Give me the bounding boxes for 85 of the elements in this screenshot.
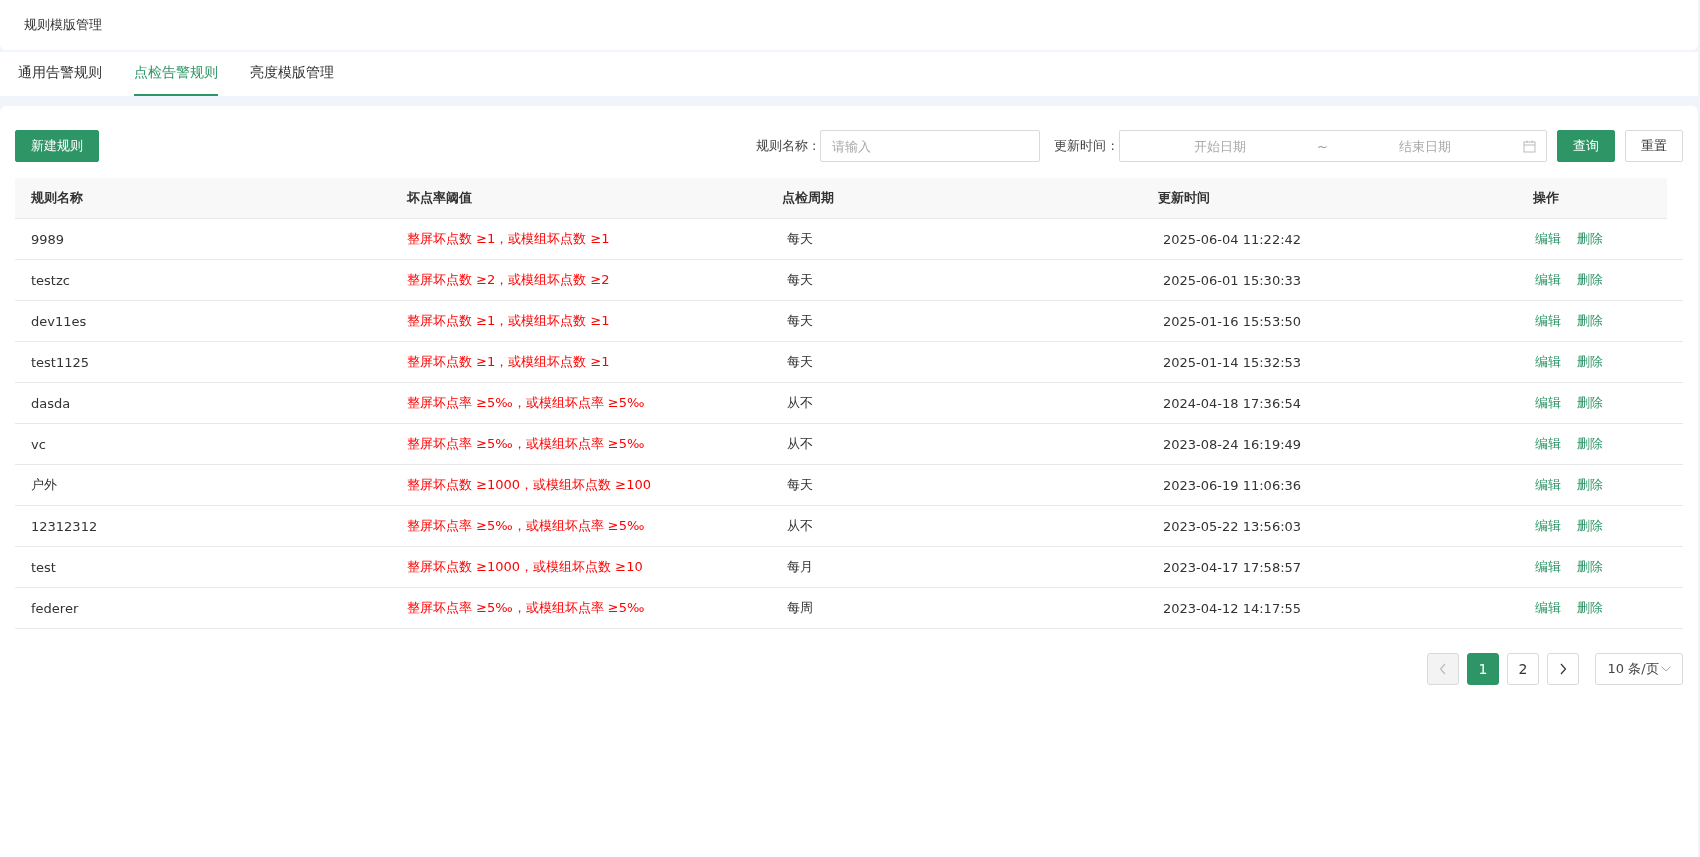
table-cell-text: 每天 xyxy=(786,476,814,494)
table-cell-text: dasda xyxy=(30,395,72,411)
action-link[interactable]: 编辑 xyxy=(1535,599,1561,617)
table-cell-text: test xyxy=(30,559,57,575)
action-link[interactable]: 删除 xyxy=(1577,517,1603,535)
table-cell-text: 12312312 xyxy=(30,518,99,534)
action-link[interactable]: 编辑 xyxy=(1535,312,1561,330)
column-header: 操作 xyxy=(1532,189,1561,207)
table-cell-text: 整屏坏点率 ≥5‰，或模组坏点率 ≥5‰ xyxy=(406,394,646,412)
table-cell-text: federer xyxy=(30,600,80,616)
table-cell-text: 整屏坏点数 ≥2，或模组坏点数 ≥2 xyxy=(406,271,611,289)
column-header: 规则名称 xyxy=(30,189,84,207)
table-cell-text: 整屏坏点数 ≥1，或模组坏点数 ≥1 xyxy=(406,353,611,371)
range-separator: ~ xyxy=(1316,138,1329,154)
table-cell-text: 2025-06-01 15:30:33 xyxy=(1162,272,1303,288)
calendar-icon xyxy=(1523,139,1536,153)
chevron-right-icon xyxy=(1559,663,1567,675)
table-cell-text: 每天 xyxy=(786,312,814,330)
table-cell-text: 每天 xyxy=(786,271,814,289)
next-page-button[interactable] xyxy=(1547,653,1579,685)
action-link[interactable]: 删除 xyxy=(1577,353,1603,371)
table-cell-text: 整屏坏点率 ≥5‰，或模组坏点率 ≥5‰ xyxy=(406,517,646,535)
action-link[interactable]: 编辑 xyxy=(1535,517,1561,535)
table-cell-text: 从不 xyxy=(786,517,814,535)
table-cell-text: 每天 xyxy=(786,230,814,248)
name-input[interactable]: 请输入 xyxy=(820,130,1041,162)
table-cell-text: dev11es xyxy=(30,313,88,329)
reset-button[interactable]: 重置 xyxy=(1625,130,1683,162)
filter-label: 更新时间 : xyxy=(1054,137,1115,155)
table-cell-text: 2023-04-12 14:17:55 xyxy=(1162,600,1303,616)
action-link[interactable]: 删除 xyxy=(1577,435,1603,453)
action-link[interactable]: 编辑 xyxy=(1535,271,1561,289)
column-header: 坏点率阈值 xyxy=(405,189,473,207)
column-header: 更新时间 xyxy=(1156,189,1211,207)
table-cell-text: 2023-06-19 11:06:36 xyxy=(1162,477,1303,493)
table-cell-text: 从不 xyxy=(786,394,814,412)
tab[interactable]: 通用告警规则 xyxy=(18,52,102,96)
new-rule-button[interactable]: 新建规则 xyxy=(15,130,99,162)
table-cell-text: 每月 xyxy=(786,558,814,576)
table-cell-text: 2023-04-17 17:58:57 xyxy=(1162,559,1303,575)
action-link[interactable]: 编辑 xyxy=(1535,476,1561,494)
action-link[interactable]: 删除 xyxy=(1577,476,1603,494)
table-cell-text: 2025-01-14 15:32:53 xyxy=(1162,354,1303,370)
table-cell-text: 9989 xyxy=(30,231,66,247)
page-button[interactable]: 2 xyxy=(1507,653,1539,685)
table-cell-text: 2025-01-16 15:53:50 xyxy=(1162,313,1303,329)
table-cell-text: testzc xyxy=(30,272,71,288)
table-cell-text: 2024-04-18 17:36:54 xyxy=(1162,395,1303,411)
table-cell-text: 每天 xyxy=(786,353,814,371)
table-cell-text: 整屏坏点数 ≥1，或模组坏点数 ≥1 xyxy=(406,230,611,248)
table-cell-text: 2023-08-24 16:19:49 xyxy=(1162,436,1303,452)
table-cell-text: 每周 xyxy=(786,599,814,617)
action-link[interactable]: 删除 xyxy=(1577,558,1603,576)
date-range-picker[interactable]: 开始日期 ~ 结束日期 xyxy=(1119,130,1547,162)
caret-icon xyxy=(1660,666,1671,672)
table-cell-text: 2025-06-04 11:22:42 xyxy=(1162,231,1303,247)
query-button[interactable]: 查询 xyxy=(1557,130,1615,162)
action-link[interactable]: 删除 xyxy=(1577,271,1603,289)
table-cell-text: 整屏坏点率 ≥5‰，或模组坏点率 ≥5‰ xyxy=(406,599,646,617)
tab[interactable]: 点检告警规则 xyxy=(134,52,218,96)
table-cell-text: 整屏坏点数 ≥1000，或模组坏点数 ≥10 xyxy=(406,558,644,576)
action-link[interactable]: 删除 xyxy=(1577,312,1603,330)
table-cell-text: 整屏坏点数 ≥1，或模组坏点数 ≥1 xyxy=(406,312,611,330)
page-title: 规则模版管理 xyxy=(24,16,102,34)
table-cell-text: 2023-05-22 13:56:03 xyxy=(1162,518,1303,534)
table-cell-text: 从不 xyxy=(786,435,814,453)
tab[interactable]: 亮度模版管理 xyxy=(250,52,334,96)
chevron-left-icon xyxy=(1439,663,1447,675)
table-cell-text: 整屏坏点率 ≥5‰，或模组坏点率 ≥5‰ xyxy=(406,435,646,453)
action-link[interactable]: 编辑 xyxy=(1535,230,1561,248)
action-link[interactable]: 编辑 xyxy=(1535,353,1561,371)
table-cell-text: vc xyxy=(30,436,47,452)
action-link[interactable]: 编辑 xyxy=(1535,394,1561,412)
action-link[interactable]: 编辑 xyxy=(1535,435,1561,453)
page-button[interactable]: 1 xyxy=(1467,653,1499,685)
filter-label: 规则名称 : xyxy=(755,137,817,155)
table-cell-text: 户外 xyxy=(30,476,58,494)
page-size-select[interactable]: 10 条/页 xyxy=(1595,653,1683,685)
action-link[interactable]: 删除 xyxy=(1577,599,1603,617)
action-link[interactable]: 删除 xyxy=(1577,230,1603,248)
table-cell-text: test1125 xyxy=(30,354,91,370)
action-link[interactable]: 编辑 xyxy=(1535,558,1561,576)
table-cell-text: 整屏坏点数 ≥1000，或模组坏点数 ≥100 xyxy=(406,476,652,494)
column-header: 点检周期 xyxy=(781,189,836,207)
action-link[interactable]: 删除 xyxy=(1577,394,1603,412)
